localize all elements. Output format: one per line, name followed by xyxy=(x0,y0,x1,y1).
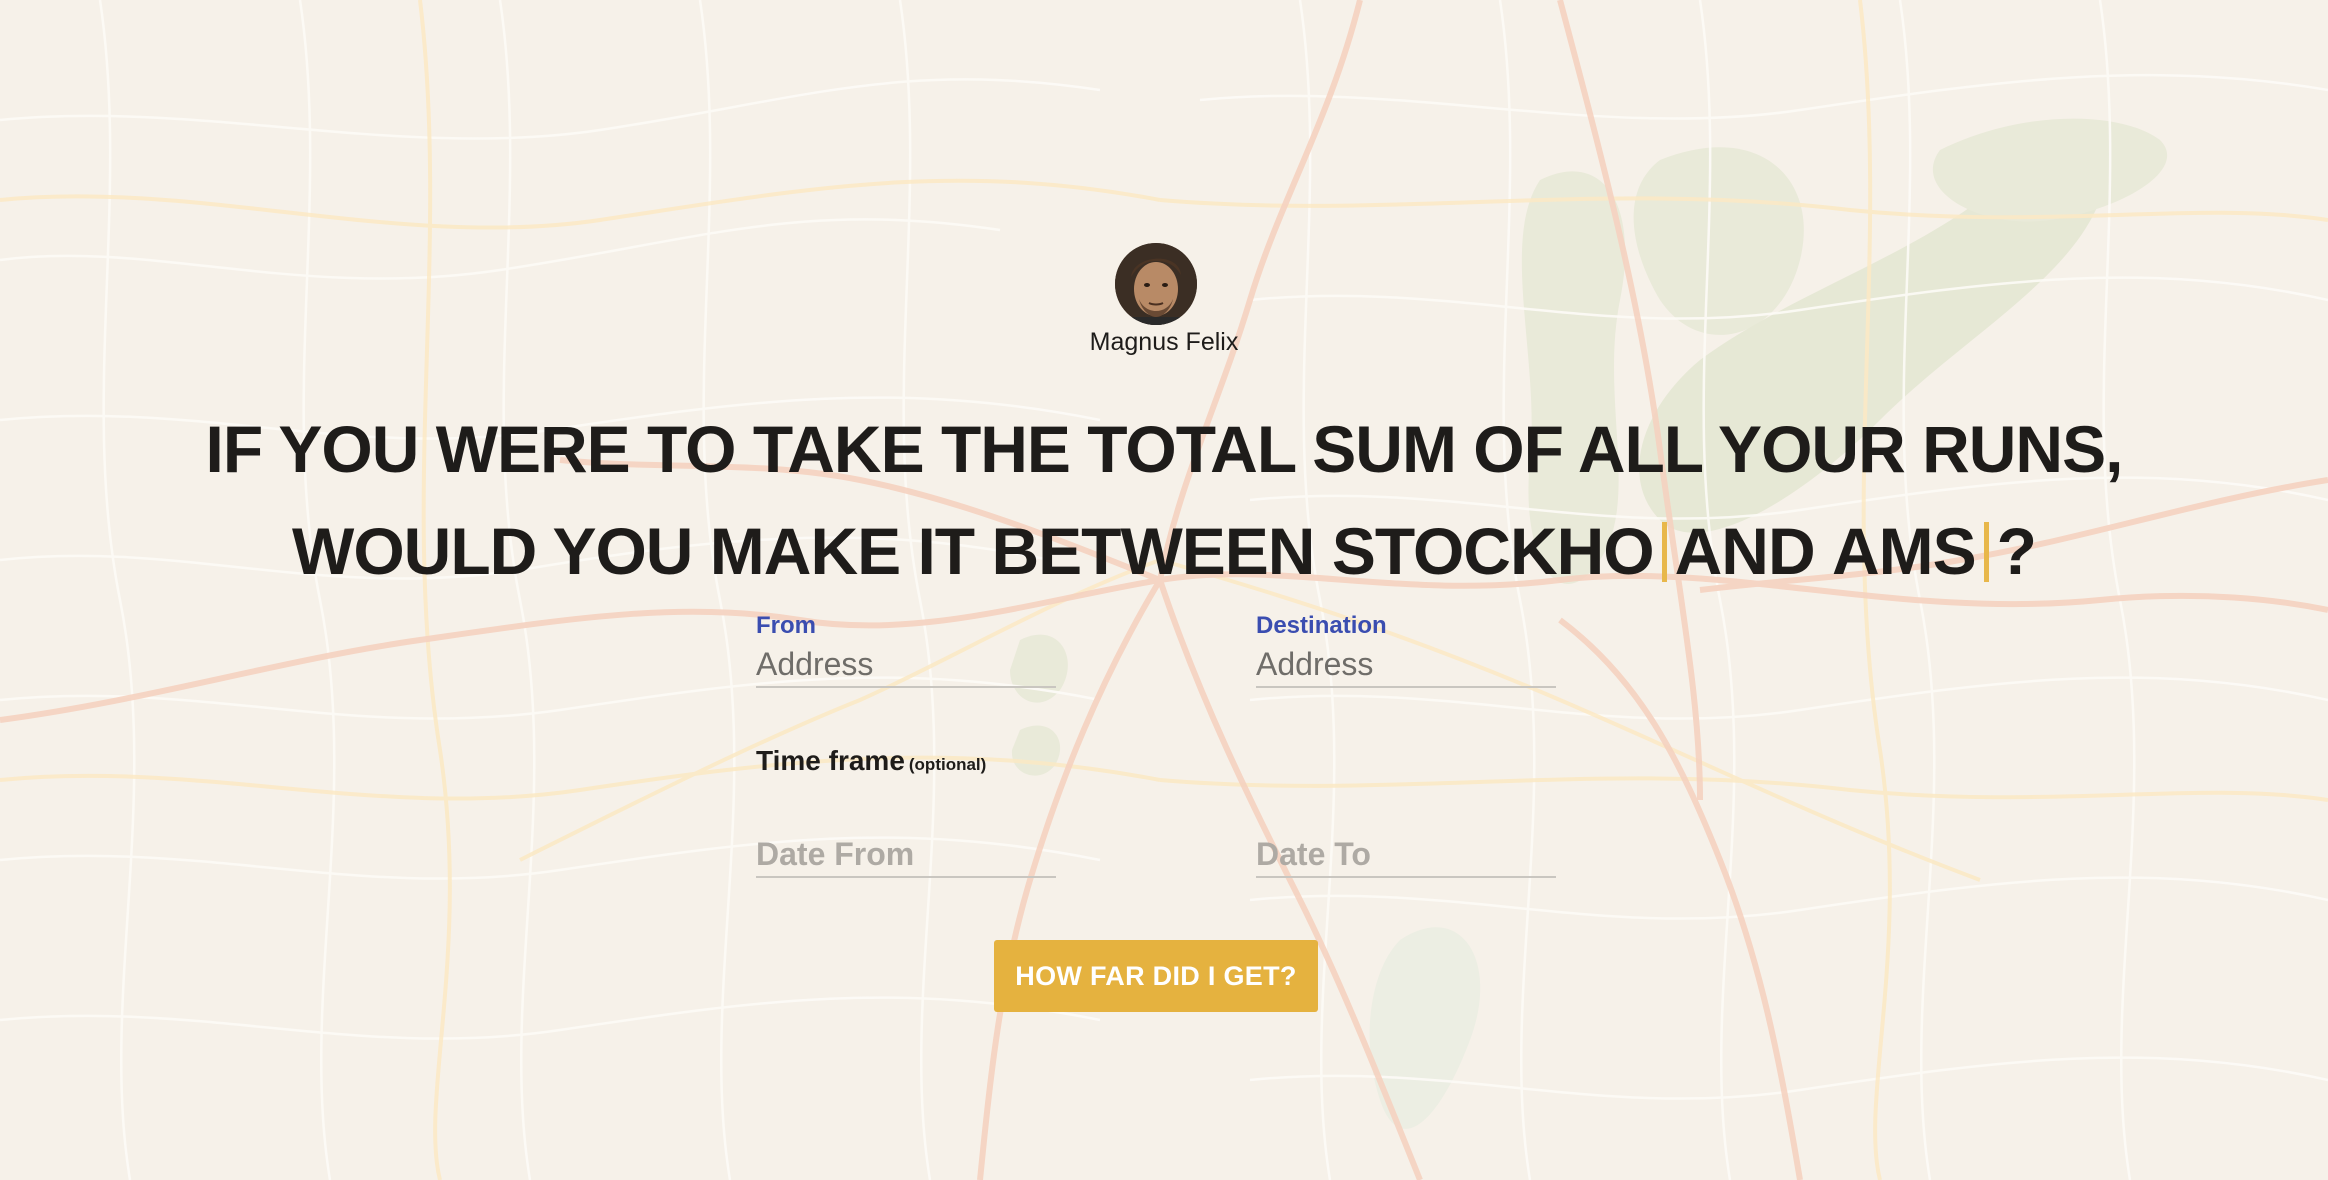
destination-address-input[interactable] xyxy=(1256,642,1556,688)
how-far-button[interactable]: HOW FAR DID I GET? xyxy=(994,940,1318,1012)
optional-note: (optional) xyxy=(908,755,987,774)
from-label: From xyxy=(756,612,816,639)
headline-line-1: IF YOU WERE TO TAKE THE TOTAL SUM OF ALL… xyxy=(205,412,2124,486)
date-from-input[interactable] xyxy=(756,832,1056,878)
headline-city-1: STOCKHO xyxy=(1331,514,1655,588)
date-to-input[interactable] xyxy=(1256,832,1556,878)
page-headline: IF YOU WERE TO TAKE THE TOTAL SUM OF ALL… xyxy=(0,398,2328,602)
time-frame-heading: Time frame (optional) xyxy=(756,745,986,777)
typing-caret-1 xyxy=(1661,522,1667,582)
headline-line-2-prefix: WOULD YOU MAKE IT BETWEEN xyxy=(292,514,1315,588)
time-frame-label: Time frame xyxy=(756,745,905,776)
avatar[interactable] xyxy=(1115,243,1197,325)
typing-caret-2 xyxy=(1983,522,1989,582)
from-address-input[interactable] xyxy=(756,642,1056,688)
destination-label: Destination xyxy=(1256,612,1387,639)
headline-city-2: AMS xyxy=(1831,514,1977,588)
headline-connector: AND xyxy=(1674,514,1816,588)
headline-suffix: ? xyxy=(1996,514,2037,588)
user-name[interactable]: Magnus Felix xyxy=(0,328,2328,357)
avatar-portrait-icon xyxy=(1115,243,1197,325)
